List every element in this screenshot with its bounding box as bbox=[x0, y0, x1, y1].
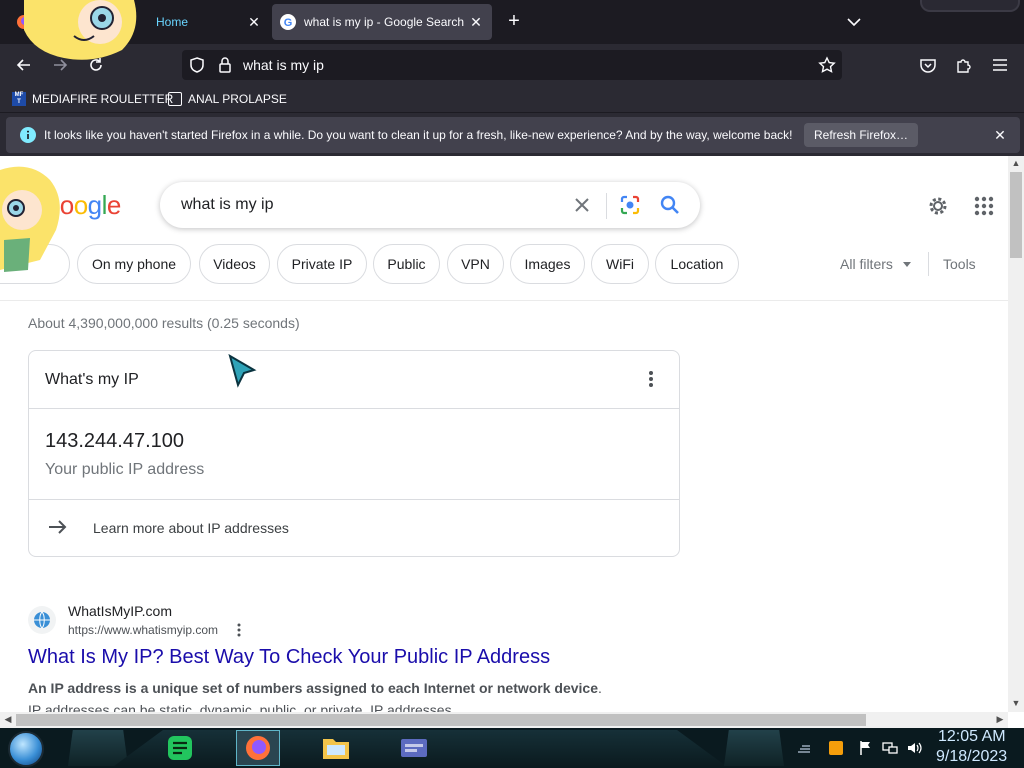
caret-down-icon[interactable] bbox=[903, 262, 911, 267]
search-box[interactable]: what is my ip bbox=[160, 182, 700, 228]
mediafire-icon: MF T bbox=[12, 92, 26, 106]
volume-icon[interactable] bbox=[906, 740, 922, 756]
url-text[interactable]: what is my ip bbox=[243, 57, 324, 73]
address-bar[interactable]: what is my ip bbox=[182, 50, 842, 80]
clear-icon[interactable] bbox=[570, 193, 594, 217]
tab-label: Home bbox=[156, 15, 189, 29]
ip-address-label: Your public IP address bbox=[45, 461, 205, 478]
ip-address-value: 143.244.47.100 bbox=[45, 430, 185, 452]
card-title: What's my IP bbox=[45, 371, 139, 388]
start-button[interactable] bbox=[8, 731, 44, 767]
tracking-shield-icon[interactable] bbox=[188, 56, 206, 79]
divider bbox=[606, 193, 607, 219]
hamburger-menu-icon[interactable] bbox=[988, 53, 1012, 77]
tab-strip: Home ✕ G what is my ip - Google Search ✕… bbox=[0, 0, 1024, 44]
tab-label: what is my ip - Google Search bbox=[304, 15, 465, 29]
arrow-right-icon[interactable] bbox=[47, 517, 69, 537]
taskbar-decoration bbox=[724, 730, 784, 766]
taskbar-decoration bbox=[68, 730, 128, 766]
new-tab-plus-icon[interactable]: + bbox=[504, 11, 524, 32]
bookmark-mediafire[interactable]: MF T MEDIAFIRE ROULETTER bbox=[12, 90, 173, 108]
scroll-right-icon[interactable]: ▶ bbox=[992, 714, 1008, 725]
result-site-name[interactable]: WhatIsMyIP.com bbox=[68, 603, 172, 619]
close-tab-icon[interactable]: ✕ bbox=[468, 14, 484, 30]
chip-on-my-phone[interactable]: On my phone bbox=[77, 244, 191, 284]
info-icon bbox=[20, 127, 36, 148]
cartoon-character-sticker bbox=[14, 0, 144, 67]
apps-grid-icon[interactable] bbox=[972, 194, 996, 218]
learn-more-link[interactable]: Learn more about IP addresses bbox=[93, 520, 289, 536]
window-frame-decoration bbox=[920, 0, 1020, 12]
scroll-thumb[interactable] bbox=[1010, 172, 1022, 258]
search-header: Google what is my ip On my phone Videos … bbox=[0, 156, 1008, 301]
scroll-left-icon[interactable]: ◀ bbox=[0, 714, 16, 725]
vertical-scrollbar[interactable]: ▲ ▼ bbox=[1008, 156, 1024, 712]
divider bbox=[29, 499, 679, 500]
tools-button[interactable]: Tools bbox=[943, 256, 976, 272]
close-tab-icon[interactable]: ✕ bbox=[246, 14, 262, 30]
result-stats: About 4,390,000,000 results (0.25 second… bbox=[28, 315, 300, 331]
chip-public[interactable]: Public bbox=[373, 244, 440, 284]
more-vert-icon[interactable] bbox=[645, 369, 657, 389]
globe-icon bbox=[28, 606, 56, 634]
google-lens-icon[interactable] bbox=[618, 193, 642, 217]
notification-bar: It looks like you haven't started Firefo… bbox=[0, 112, 1024, 156]
close-icon[interactable]: ✕ bbox=[990, 125, 1010, 145]
chip-wifi[interactable]: WiFi bbox=[591, 244, 649, 284]
horizontal-scrollbar[interactable]: ◀ ▶ bbox=[0, 712, 1008, 728]
result-url[interactable]: https://www.whatismyip.com bbox=[68, 623, 218, 637]
app-tray-icon[interactable] bbox=[828, 740, 844, 756]
file-explorer-icon[interactable] bbox=[314, 730, 358, 766]
ip-answer-card: What's my IP 143.244.47.100 Your public … bbox=[28, 350, 680, 557]
chip-private-ip[interactable]: Private IP bbox=[277, 244, 367, 284]
chip-location[interactable]: Location bbox=[655, 244, 739, 284]
chip-images[interactable]: Images bbox=[510, 244, 585, 284]
gear-icon[interactable] bbox=[926, 194, 950, 218]
bookmark-label: ANAL PROLAPSE bbox=[188, 92, 287, 106]
more-vert-icon[interactable] bbox=[234, 623, 244, 637]
search-icon[interactable] bbox=[658, 193, 682, 217]
snippet-bold: An IP address is a unique set of numbers… bbox=[28, 680, 599, 696]
bookmark-page-icon bbox=[168, 92, 182, 106]
network-icon[interactable] bbox=[882, 740, 898, 756]
taskbar: 12:05 AM 9/18/2023 bbox=[0, 728, 1024, 768]
cartoon-character-sticker bbox=[0, 160, 64, 295]
lock-icon[interactable] bbox=[217, 56, 233, 79]
bookmarks-toolbar: MF T MEDIAFIRE ROULETTER ANAL PROLAPSE bbox=[0, 86, 1024, 112]
svg-text:G: G bbox=[284, 17, 293, 29]
page-content: Google what is my ip On my phone Videos … bbox=[0, 156, 1024, 728]
refresh-firefox-button[interactable]: Refresh Firefox… bbox=[804, 123, 918, 147]
clock-time[interactable]: 12:05 AM bbox=[938, 728, 1006, 746]
divider bbox=[928, 252, 929, 276]
chip-videos[interactable]: Videos bbox=[199, 244, 270, 284]
google-g-icon: G bbox=[280, 14, 296, 30]
scroll-down-icon[interactable]: ▼ bbox=[1008, 698, 1024, 708]
extensions-puzzle-icon[interactable] bbox=[952, 53, 976, 77]
result-title-link[interactable]: What Is My IP? Best Way To Check Your Pu… bbox=[28, 646, 550, 669]
all-filters-button[interactable]: All filters bbox=[840, 256, 893, 272]
notification-text: It looks like you haven't started Firefo… bbox=[44, 128, 793, 142]
chip-vpn[interactable]: VPN bbox=[447, 244, 504, 284]
bookmark-label: MEDIAFIRE ROULETTER bbox=[32, 92, 174, 106]
chevron-down-icon[interactable] bbox=[844, 12, 864, 32]
flag-icon[interactable] bbox=[858, 740, 874, 756]
mouse-cursor-icon bbox=[228, 353, 258, 393]
bookmark-anal-prolapse[interactable]: ANAL PROLAPSE bbox=[168, 90, 287, 108]
navigation-toolbar: what is my ip bbox=[0, 44, 1024, 86]
pocket-icon[interactable] bbox=[916, 53, 940, 77]
firefox-taskbar-icon[interactable] bbox=[236, 730, 280, 766]
clock-date[interactable]: 9/18/2023 bbox=[936, 748, 1007, 766]
show-hidden-icons-icon[interactable] bbox=[796, 740, 812, 756]
tab-google-search[interactable]: G what is my ip - Google Search ✕ bbox=[272, 4, 492, 40]
bookmark-star-icon[interactable] bbox=[818, 56, 836, 79]
control-panel-icon[interactable] bbox=[392, 730, 436, 766]
scroll-thumb[interactable] bbox=[16, 714, 866, 726]
divider bbox=[29, 408, 679, 409]
scroll-up-icon[interactable]: ▲ bbox=[1008, 158, 1024, 168]
notes-app-icon[interactable] bbox=[158, 730, 202, 766]
search-input[interactable]: what is my ip bbox=[181, 196, 273, 214]
